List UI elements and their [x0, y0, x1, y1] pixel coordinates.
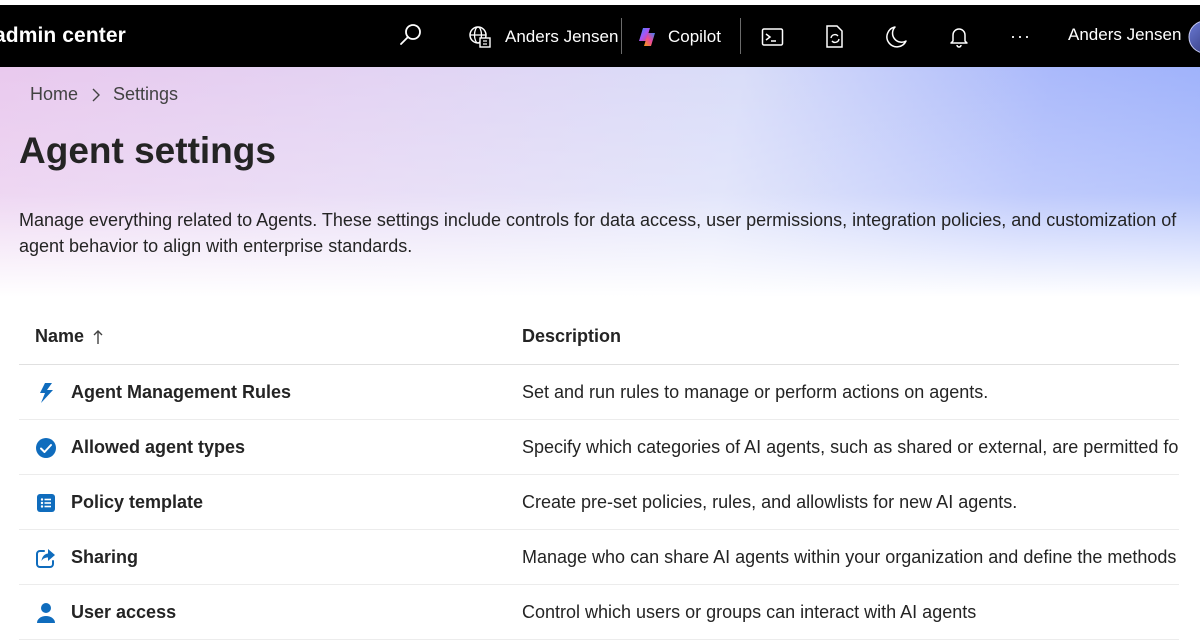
account-button[interactable]: Anders Jensen — [1068, 25, 1181, 45]
page-title: Agent settings — [19, 130, 276, 171]
column-header-description[interactable]: Description — [522, 326, 621, 347]
sort-ascending-icon — [92, 328, 104, 346]
person-icon — [35, 602, 57, 624]
tenant-name: Anders Jensen — [505, 27, 619, 46]
more-options-button[interactable]: ··· — [1010, 26, 1031, 47]
row-name[interactable]: User access — [71, 602, 176, 623]
column-header-name-label: Name — [35, 326, 85, 346]
list-icon — [35, 492, 57, 514]
avatar-icon — [1188, 21, 1200, 53]
header-gradient-background — [0, 67, 1200, 297]
moon-icon — [886, 26, 907, 48]
row-name[interactable]: Allowed agent types — [71, 437, 245, 458]
copilot-label: Copilot — [668, 27, 721, 46]
search-button[interactable] — [398, 22, 424, 48]
column-header-name[interactable]: Name — [35, 326, 104, 347]
avatar[interactable] — [1188, 20, 1200, 54]
terminal-icon — [761, 28, 784, 46]
top-bar: admin center Anders Jensen Copilot ··· A… — [0, 0, 1200, 67]
chevron-right-icon — [91, 87, 101, 103]
breadcrumb-current: Settings — [113, 84, 179, 104]
row-description: Specify which categories of AI agents, s… — [522, 437, 1179, 457]
row-name[interactable]: Agent Management Rules — [71, 382, 291, 403]
lightning-icon — [35, 382, 57, 404]
breadcrumb-home-link[interactable]: Home — [30, 84, 78, 105]
document-sync-icon — [826, 25, 843, 48]
table-row[interactable]: User access Control which users or group… — [19, 585, 1179, 640]
share-icon — [35, 547, 57, 569]
app-title[interactable]: admin center — [0, 24, 126, 48]
row-description: Manage who can share AI agents within yo… — [522, 547, 1177, 567]
divider — [740, 18, 741, 54]
table-row[interactable]: Agent Management Rules Set and run rules… — [19, 365, 1179, 420]
more-icon: ··· — [1010, 26, 1031, 46]
row-description: Create pre-set policies, rules, and allo… — [522, 492, 1018, 512]
feedback-button[interactable] — [824, 24, 846, 50]
table-row[interactable]: Policy template Create pre-set policies,… — [19, 475, 1179, 530]
checkmark-circle-icon — [35, 437, 57, 459]
row-description: Set and run rules to manage or perform a… — [522, 382, 989, 402]
copilot-icon — [639, 28, 655, 46]
terminal-button[interactable] — [761, 26, 785, 48]
page-description: Manage everything related to Agents. The… — [19, 210, 1177, 256]
globe-building-icon — [469, 26, 491, 48]
search-icon — [400, 24, 421, 45]
divider — [621, 18, 622, 54]
copilot-button[interactable]: Copilot — [637, 25, 721, 49]
row-name[interactable]: Sharing — [71, 547, 138, 568]
tenant-button[interactable]: Anders Jensen — [468, 25, 618, 49]
notifications-button[interactable] — [949, 25, 969, 49]
table-row[interactable]: Sharing Manage who can share AI agents w… — [19, 530, 1179, 585]
row-description: Control which users or groups can intera… — [522, 602, 977, 622]
dark-mode-button[interactable] — [886, 25, 908, 49]
settings-table: Name Description Agent Management Rules … — [19, 310, 1179, 640]
user-name: Anders Jensen — [1068, 25, 1182, 44]
bell-icon — [950, 28, 968, 48]
row-name[interactable]: Policy template — [71, 492, 203, 513]
breadcrumb: Home Settings — [30, 84, 178, 105]
table-header: Name Description — [19, 310, 1179, 365]
table-row[interactable]: Allowed agent types Specify which catego… — [19, 420, 1179, 475]
